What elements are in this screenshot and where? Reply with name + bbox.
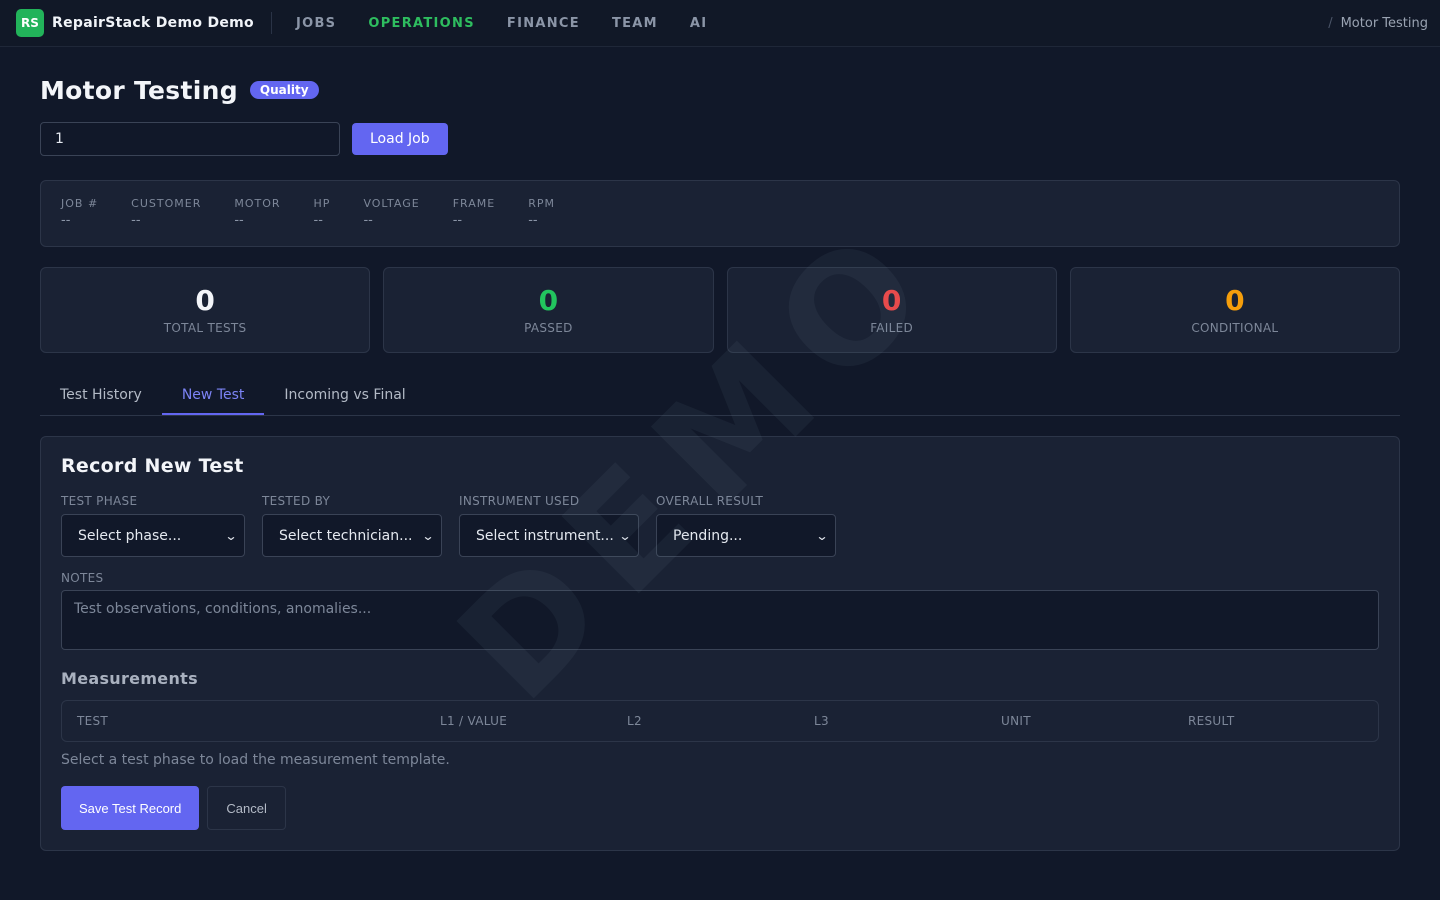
notes-label: NOTES <box>61 571 104 585</box>
overall-result-group: OVERALL RESULT Pending... ⌄ <box>656 494 836 557</box>
tab-test-history[interactable]: Test History <box>40 375 162 415</box>
select-value: Select instrument... <box>476 527 614 544</box>
job-info-job: JOB # -- <box>61 197 98 230</box>
stat-label: CONDITIONAL <box>1191 321 1279 335</box>
instrument-group: INSTRUMENT USED Select instrument... ⌄ <box>459 494 639 557</box>
brand-name[interactable]: RepairStack Demo Demo <box>52 15 254 31</box>
stat-failed: 0 FAILED <box>726 267 1057 353</box>
field-label: INSTRUMENT USED <box>459 494 580 508</box>
job-info-frame: FRAME -- <box>453 197 496 230</box>
job-info-hp: HP -- <box>314 197 331 230</box>
breadcrumb: / Motor Testing <box>1328 16 1428 31</box>
stat-label: PASSED <box>524 321 573 335</box>
chevron-down-icon: ⌄ <box>421 528 435 543</box>
measurements-title: Measurements <box>61 669 198 688</box>
column-header-l1-value: L1 / VALUE <box>440 714 508 728</box>
tested-by-select[interactable]: Select technician... ⌄ <box>262 514 442 557</box>
field-label: TESTED BY <box>262 494 331 508</box>
instrument-select[interactable]: Select instrument... ⌄ <box>459 514 639 557</box>
logo-icon[interactable]: RS <box>16 9 44 37</box>
tested-by-group: TESTED BY Select technician... ⌄ <box>262 494 442 557</box>
chevron-down-icon: ⌄ <box>618 528 632 543</box>
measurements-table-header: TEST L1 / VALUE L2 L3 UNIT RESULT <box>61 700 1379 742</box>
select-value: Pending... <box>673 527 743 544</box>
page-title: Motor Testing <box>40 75 238 105</box>
column-header-l2: L2 <box>627 714 642 728</box>
info-label: VOLTAGE <box>363 197 420 210</box>
info-label: MOTOR <box>234 197 281 210</box>
form-title: Record New Test <box>61 455 244 477</box>
breadcrumb-separator: / <box>1328 16 1333 31</box>
nav-item-team[interactable]: TEAM <box>596 16 674 31</box>
quality-badge: Quality <box>249 81 319 99</box>
title-row: Motor Testing Quality <box>40 73 1400 107</box>
info-label: CUSTOMER <box>131 197 202 210</box>
stat-value: 0 <box>881 284 902 317</box>
overall-result-select[interactable]: Pending... ⌄ <box>656 514 836 557</box>
nav-item-finance[interactable]: FINANCE <box>491 16 596 31</box>
job-info-card: JOB # -- CUSTOMER -- MOTOR -- HP -- VOLT… <box>40 180 1400 247</box>
load-job-button[interactable]: Load Job <box>352 123 448 155</box>
field-label: OVERALL RESULT <box>656 494 764 508</box>
form-actions: Save Test Record Cancel <box>61 786 1379 830</box>
stat-value: 0 <box>1225 284 1245 317</box>
form-selects-row: TEST PHASE Select phase... ⌄ TESTED BY S… <box>61 494 1379 557</box>
test-phase-select[interactable]: Select phase... ⌄ <box>61 514 245 557</box>
top-navigation: RS RepairStack Demo Demo JOBS OPERATIONS… <box>0 0 1440 47</box>
tab-new-test[interactable]: New Test <box>161 375 265 415</box>
stat-passed: 0 PASSED <box>383 267 714 353</box>
info-label: JOB # <box>61 197 99 210</box>
column-header-l3: L3 <box>814 714 829 728</box>
save-test-record-button[interactable]: Save Test Record <box>61 786 200 830</box>
column-header-result: RESULT <box>1188 714 1235 728</box>
tab-incoming-vs-final[interactable]: Incoming vs Final <box>264 375 425 415</box>
nav-item-ai[interactable]: AI <box>674 16 724 31</box>
job-info-voltage: VOLTAGE -- <box>363 197 419 230</box>
field-label: TEST PHASE <box>61 494 138 508</box>
info-label: FRAME <box>452 197 496 210</box>
breadcrumb-current: Motor Testing <box>1340 16 1428 31</box>
job-info-customer: CUSTOMER -- <box>131 197 201 230</box>
main-content: Motor Testing Quality Load Job JOB # -- … <box>0 73 1440 851</box>
info-value: -- <box>61 213 71 228</box>
job-info-motor: MOTOR -- <box>234 197 280 230</box>
column-header-test: TEST <box>77 714 109 728</box>
new-test-form: Record New Test TEST PHASE Select phase.… <box>40 436 1400 851</box>
info-value: -- <box>528 213 538 228</box>
stats-row: 0 TOTAL TESTS 0 PASSED 0 FAILED 0 CONDIT… <box>40 267 1400 353</box>
stat-total-tests: 0 TOTAL TESTS <box>40 267 371 353</box>
stat-value: 0 <box>195 284 215 317</box>
job-info-rpm: RPM -- <box>528 197 555 230</box>
chevron-down-icon: ⌄ <box>815 528 829 543</box>
nav-divider <box>270 12 272 34</box>
select-value: Select technician... <box>279 527 413 544</box>
nav-item-operations[interactable]: OPERATIONS <box>352 16 491 31</box>
info-value: -- <box>313 213 323 228</box>
stat-label: FAILED <box>870 321 914 335</box>
select-value: Select phase... <box>78 527 182 544</box>
info-label: RPM <box>528 197 555 210</box>
info-value: -- <box>131 213 141 228</box>
stat-value: 0 <box>538 284 559 317</box>
job-loader: Load Job <box>40 122 1400 156</box>
column-header-unit: UNIT <box>1001 714 1031 728</box>
job-number-input[interactable] <box>40 122 340 156</box>
tab-bar: Test History New Test Incoming vs Final <box>40 375 1400 416</box>
cancel-button[interactable]: Cancel <box>207 786 286 830</box>
stat-label: TOTAL TESTS <box>163 321 247 335</box>
stat-conditional: 0 CONDITIONAL <box>1069 267 1400 353</box>
notes-textarea[interactable]: Test observations, conditions, anomalies… <box>61 590 1379 650</box>
test-phase-group: TEST PHASE Select phase... ⌄ <box>61 494 245 557</box>
info-value: -- <box>234 213 244 228</box>
measurement-hint: Select a test phase to load the measurem… <box>61 752 450 768</box>
nav-item-jobs[interactable]: JOBS <box>280 16 352 31</box>
info-label: HP <box>313 197 331 210</box>
info-value: -- <box>452 213 463 228</box>
info-value: -- <box>363 213 373 228</box>
chevron-down-icon: ⌄ <box>224 528 238 543</box>
